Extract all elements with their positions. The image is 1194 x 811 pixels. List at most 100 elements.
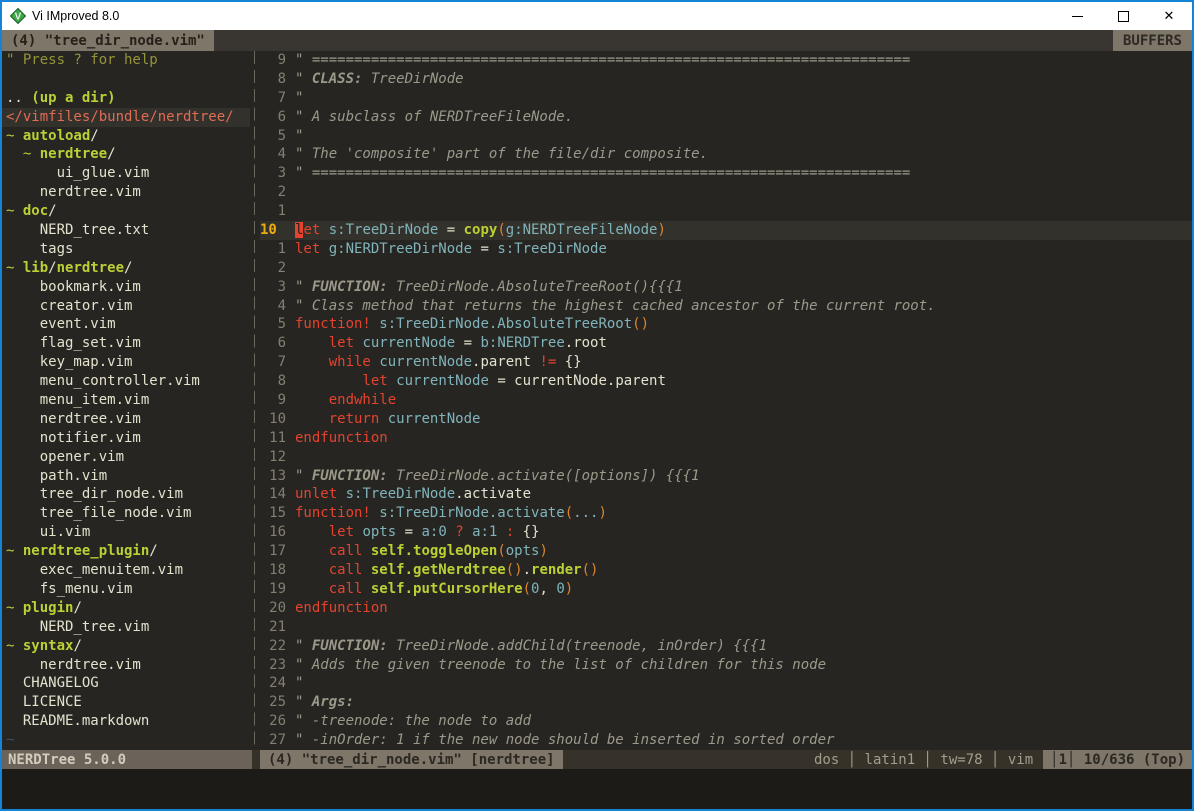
code-line[interactable]: 20endfunction: [260, 599, 1192, 618]
maximize-button[interactable]: [1100, 2, 1146, 30]
code-line[interactable]: 9 endwhile: [260, 391, 1192, 410]
window-separator[interactable]: [250, 51, 260, 750]
line-number: 4: [260, 145, 286, 164]
code-line[interactable]: 24": [260, 674, 1192, 693]
code-line[interactable]: 18 call self.getNerdtree().render(): [260, 561, 1192, 580]
code-text: " -treenode: the node to add: [295, 712, 531, 731]
code-line[interactable]: 7 while currentNode.parent != {}: [260, 353, 1192, 372]
tree-line[interactable]: ~: [2, 731, 250, 750]
code-line[interactable]: 3" FUNCTION: TreeDirNode.AbsoluteTreeRoo…: [260, 278, 1192, 297]
tab-tree-dir-node[interactable]: (4) "tree_dir_node.vim": [2, 30, 214, 51]
tree-line[interactable]: creator.vim: [2, 297, 250, 316]
tree-text: ~ nerdtree/: [6, 145, 116, 164]
tab-line: (4) "tree_dir_node.vim" BUFFERS: [2, 30, 1192, 51]
tree-line[interactable]: ~ doc/: [2, 202, 250, 221]
tree-line[interactable]: key_map.vim: [2, 353, 250, 372]
tree-line[interactable]: flag_set.vim: [2, 334, 250, 353]
code-line[interactable]: 4" Class method that returns the highest…: [260, 297, 1192, 316]
tree-line[interactable]: menu_item.vim: [2, 391, 250, 410]
code-line[interactable]: 1let g:NERDTreeDirNode = s:TreeDirNode: [260, 240, 1192, 259]
close-button[interactable]: ✕: [1146, 2, 1192, 30]
code-line[interactable]: 3" =====================================…: [260, 164, 1192, 183]
code-text: " A subclass of NERDTreeFileNode.: [295, 108, 573, 127]
tree-text: ~ syntax/: [6, 637, 82, 656]
tree-line[interactable]: .. (up a dir): [2, 89, 250, 108]
code-text: " Args:: [295, 693, 354, 712]
tree-line[interactable]: opener.vim: [2, 448, 250, 467]
code-line[interactable]: 10 return currentNode: [260, 410, 1192, 429]
code-line[interactable]: 14unlet s:TreeDirNode.activate: [260, 485, 1192, 504]
code-line[interactable]: 8 let currentNode = currentNode.parent: [260, 372, 1192, 391]
tree-text: NERD_tree.txt: [6, 221, 149, 240]
line-number: 12: [260, 448, 286, 467]
tree-line[interactable]: ~ syntax/: [2, 637, 250, 656]
tree-line[interactable]: path.vim: [2, 467, 250, 486]
code-text: ": [295, 127, 303, 146]
line-number: 5: [260, 127, 286, 146]
code-line[interactable]: 6 let currentNode = b:NERDTree.root: [260, 334, 1192, 353]
code-line[interactable]: 25 " Args:: [260, 693, 1192, 712]
tree-line[interactable]: ui.vim: [2, 523, 250, 542]
code-line[interactable]: 8" CLASS: TreeDirNode: [260, 70, 1192, 89]
tree-line[interactable]: bookmark.vim: [2, 278, 250, 297]
tree-text: nerdtree.vim: [6, 183, 141, 202]
tree-line[interactable]: nerdtree.vim: [2, 656, 250, 675]
statusline-gap: [252, 750, 260, 769]
tree-line[interactable]: CHANGELOG: [2, 674, 250, 693]
tree-line[interactable]: fs_menu.vim: [2, 580, 250, 599]
line-number: 2: [260, 259, 286, 278]
tree-line[interactable]: ~ plugin/: [2, 599, 250, 618]
tree-line[interactable]: ui_glue.vim: [2, 164, 250, 183]
tree-line[interactable]: NERD_tree.txt: [2, 221, 250, 240]
tree-line[interactable]: ~ nerdtree_plugin/: [2, 542, 250, 561]
tree-line[interactable]: tree_dir_node.vim: [2, 485, 250, 504]
code-line[interactable]: 23" Adds the given treenode to the list …: [260, 656, 1192, 675]
code-line[interactable]: 26" -treenode: the node to add: [260, 712, 1192, 731]
code-line[interactable]: 7": [260, 89, 1192, 108]
tree-line[interactable]: </vimfiles/bundle/nerdtree/: [2, 108, 250, 127]
minimize-button[interactable]: [1054, 2, 1100, 30]
tree-line[interactable]: nerdtree.vim: [2, 183, 250, 202]
code-line[interactable]: 6" A subclass of NERDTreeFileNode.: [260, 108, 1192, 127]
code-text: " ======================================…: [295, 51, 910, 70]
svg-text:V: V: [15, 12, 22, 23]
code-line[interactable]: 22" FUNCTION: TreeDirNode.addChild(treen…: [260, 637, 1192, 656]
code-line[interactable]: 5": [260, 127, 1192, 146]
tree-text: tree_dir_node.vim: [6, 485, 183, 504]
code-line[interactable]: 9" =====================================…: [260, 51, 1192, 70]
line-number: 16: [260, 523, 286, 542]
code-line[interactable]: 17 call self.toggleOpen(opts): [260, 542, 1192, 561]
code-line[interactable]: 13" FUNCTION: TreeDirNode.activate([opti…: [260, 467, 1192, 486]
tree-text: bookmark.vim: [6, 278, 141, 297]
code-line[interactable]: 11endfunction: [260, 429, 1192, 448]
code-line[interactable]: 27" -inOrder: 1 if the new node should b…: [260, 731, 1192, 750]
tree-line[interactable]: notifier.vim: [2, 429, 250, 448]
tree-line[interactable]: tags: [2, 240, 250, 259]
tree-line[interactable]: nerdtree.vim: [2, 410, 250, 429]
line-number: 7: [260, 89, 286, 108]
tree-line[interactable]: exec_menuitem.vim: [2, 561, 250, 580]
tree-line[interactable]: tree_file_node.vim: [2, 504, 250, 523]
tree-line[interactable]: NERD_tree.vim: [2, 618, 250, 637]
statusline-spacer: [563, 750, 814, 769]
code-line[interactable]: 10let s:TreeDirNode = copy(g:NERDTreeFil…: [260, 221, 1192, 240]
code-line[interactable]: 4" The 'composite' part of the file/dir …: [260, 145, 1192, 164]
tree-line[interactable]: " Press ? for help: [2, 51, 250, 70]
code-line[interactable]: 19 call self.putCursorHere(0, 0): [260, 580, 1192, 599]
tree-text: fs_menu.vim: [6, 580, 132, 599]
tree-line[interactable]: ~ autoload/: [2, 127, 250, 146]
code-line[interactable]: 5function! s:TreeDirNode.AbsoluteTreeRoo…: [260, 315, 1192, 334]
tree-line[interactable]: event.vim: [2, 315, 250, 334]
code-line[interactable]: 15function! s:TreeDirNode.activate(...): [260, 504, 1192, 523]
code-line[interactable]: 16 let opts = a:0 ? a:1 : {}: [260, 523, 1192, 542]
command-line: [2, 769, 1192, 809]
code-text: let g:NERDTreeDirNode = s:TreeDirNode: [295, 240, 607, 259]
line-number: 25: [260, 693, 286, 712]
tree-text: opener.vim: [6, 448, 124, 467]
tree-line[interactable]: LICENCE: [2, 693, 250, 712]
tree-line[interactable]: ~ nerdtree/: [2, 145, 250, 164]
tree-line[interactable]: README.markdown: [2, 712, 250, 731]
tree-line[interactable]: ~ lib/nerdtree/: [2, 259, 250, 278]
code-text: endfunction: [295, 429, 388, 448]
tree-line[interactable]: menu_controller.vim: [2, 372, 250, 391]
